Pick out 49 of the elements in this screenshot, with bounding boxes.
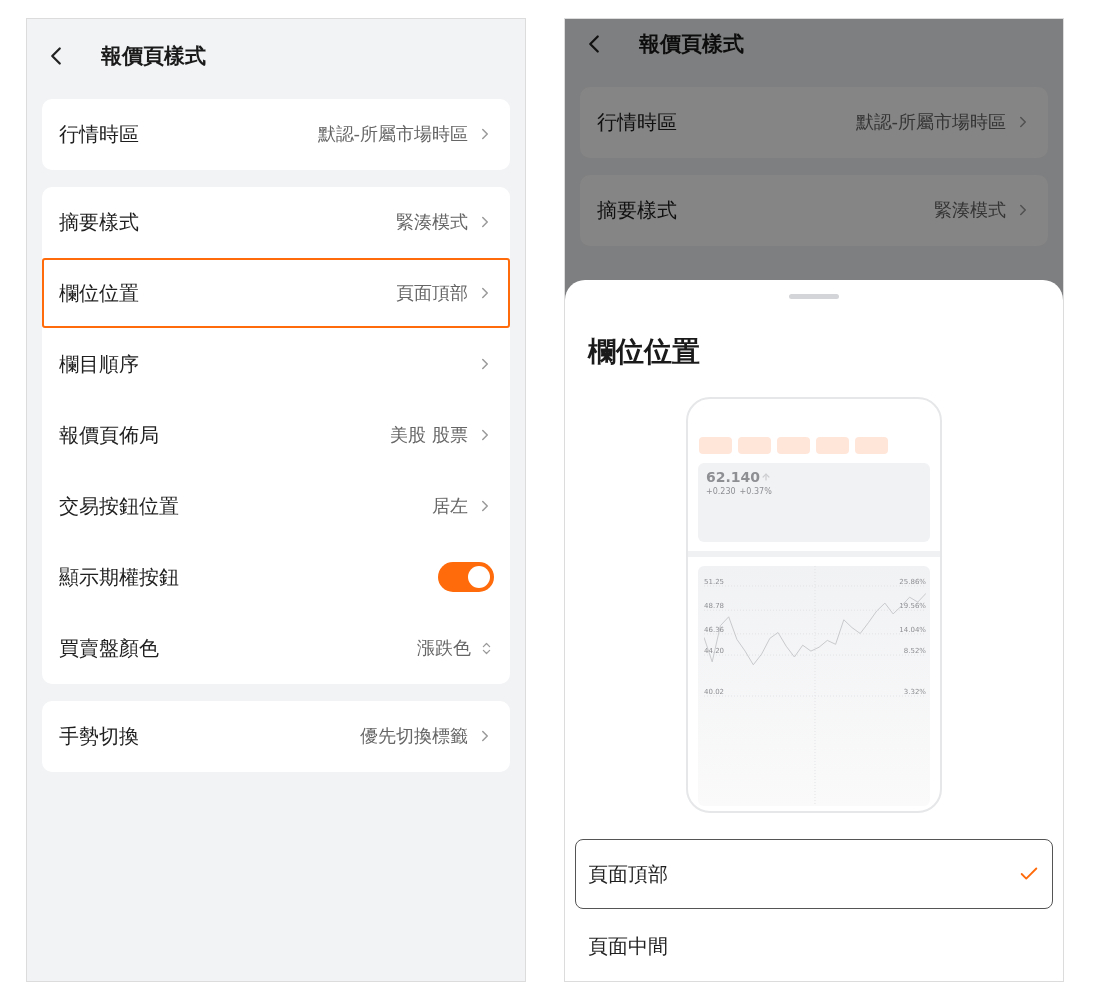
setting-value: 美股 股票 bbox=[390, 423, 468, 447]
drag-handle[interactable] bbox=[789, 294, 839, 299]
price-text: 62.140 bbox=[706, 468, 761, 485]
setting-label: 欄目順序 bbox=[59, 350, 139, 378]
toggle-switch[interactable] bbox=[438, 562, 494, 592]
settings-row[interactable]: 買賣盤顏色 漲跌色 bbox=[42, 613, 510, 683]
settings-row[interactable]: 報價頁佈局 美股 股票 bbox=[42, 400, 510, 470]
setting-value: 居左 bbox=[432, 494, 468, 518]
settings-row[interactable]: 手勢切換 優先切換標籤 bbox=[42, 701, 510, 771]
settings-row[interactable]: 交易按鈕位置 居左 bbox=[42, 471, 510, 541]
settings-row[interactable]: 欄位位置 頁面頂部 bbox=[42, 258, 510, 328]
sheet-title: 欄位位置 bbox=[588, 333, 701, 370]
setting-label: 摘要樣式 bbox=[59, 208, 139, 236]
settings-row[interactable]: 行情時區 默認-所屬市場時區 bbox=[580, 87, 1048, 157]
setting-value: 默認-所屬市場時區 bbox=[317, 122, 468, 146]
option-label: 頁面中間 bbox=[588, 932, 668, 960]
tab-placeholder bbox=[738, 436, 771, 454]
setting-label: 行情時區 bbox=[59, 120, 139, 148]
setting-label: 欄位位置 bbox=[59, 279, 139, 307]
setting-label: 摘要樣式 bbox=[597, 196, 677, 224]
settings-row[interactable]: 顯示期權按鈕 bbox=[42, 542, 510, 612]
setting-value: 緊湊模式 bbox=[934, 198, 1006, 222]
tab-placeholder bbox=[855, 436, 888, 454]
settings-row[interactable]: 摘要樣式 緊湊模式 bbox=[42, 187, 510, 257]
setting-label: 交易按鈕位置 bbox=[59, 492, 179, 520]
up-arrow-icon bbox=[761, 471, 772, 482]
tab-placeholder bbox=[699, 436, 732, 454]
tab-placeholder bbox=[816, 436, 849, 454]
page-title: 報價頁樣式 bbox=[639, 31, 744, 58]
setting-value: 緊湊模式 bbox=[396, 210, 468, 234]
change-text: +0.230 bbox=[706, 486, 736, 496]
setting-label: 顯示期權按鈕 bbox=[59, 563, 179, 591]
setting-value: 漲跌色 bbox=[417, 636, 471, 660]
setting-value: 優先切換標籤 bbox=[360, 724, 468, 748]
option-item[interactable]: 頁面中間 bbox=[575, 911, 1053, 981]
tab-placeholder bbox=[777, 436, 810, 454]
setting-label: 買賣盤顏色 bbox=[59, 634, 159, 662]
settings-row[interactable]: 摘要樣式 緊湊模式 bbox=[580, 175, 1048, 245]
setting-value: 頁面頂部 bbox=[396, 281, 468, 305]
settings-row[interactable]: 行情時區 默認-所屬市場時區 bbox=[42, 99, 510, 169]
setting-label: 手勢切換 bbox=[59, 722, 139, 750]
change-percent-text: +0.37% bbox=[739, 486, 772, 496]
settings-row[interactable]: 欄目順序 bbox=[42, 329, 510, 399]
setting-value: 默認-所屬市場時區 bbox=[855, 110, 1006, 134]
option-item[interactable]: 頁面頂部 bbox=[575, 839, 1053, 909]
option-label: 頁面頂部 bbox=[588, 860, 668, 888]
setting-label: 行情時區 bbox=[597, 108, 677, 136]
page-title: 報價頁樣式 bbox=[101, 43, 206, 70]
setting-label: 報價頁佈局 bbox=[59, 421, 159, 449]
